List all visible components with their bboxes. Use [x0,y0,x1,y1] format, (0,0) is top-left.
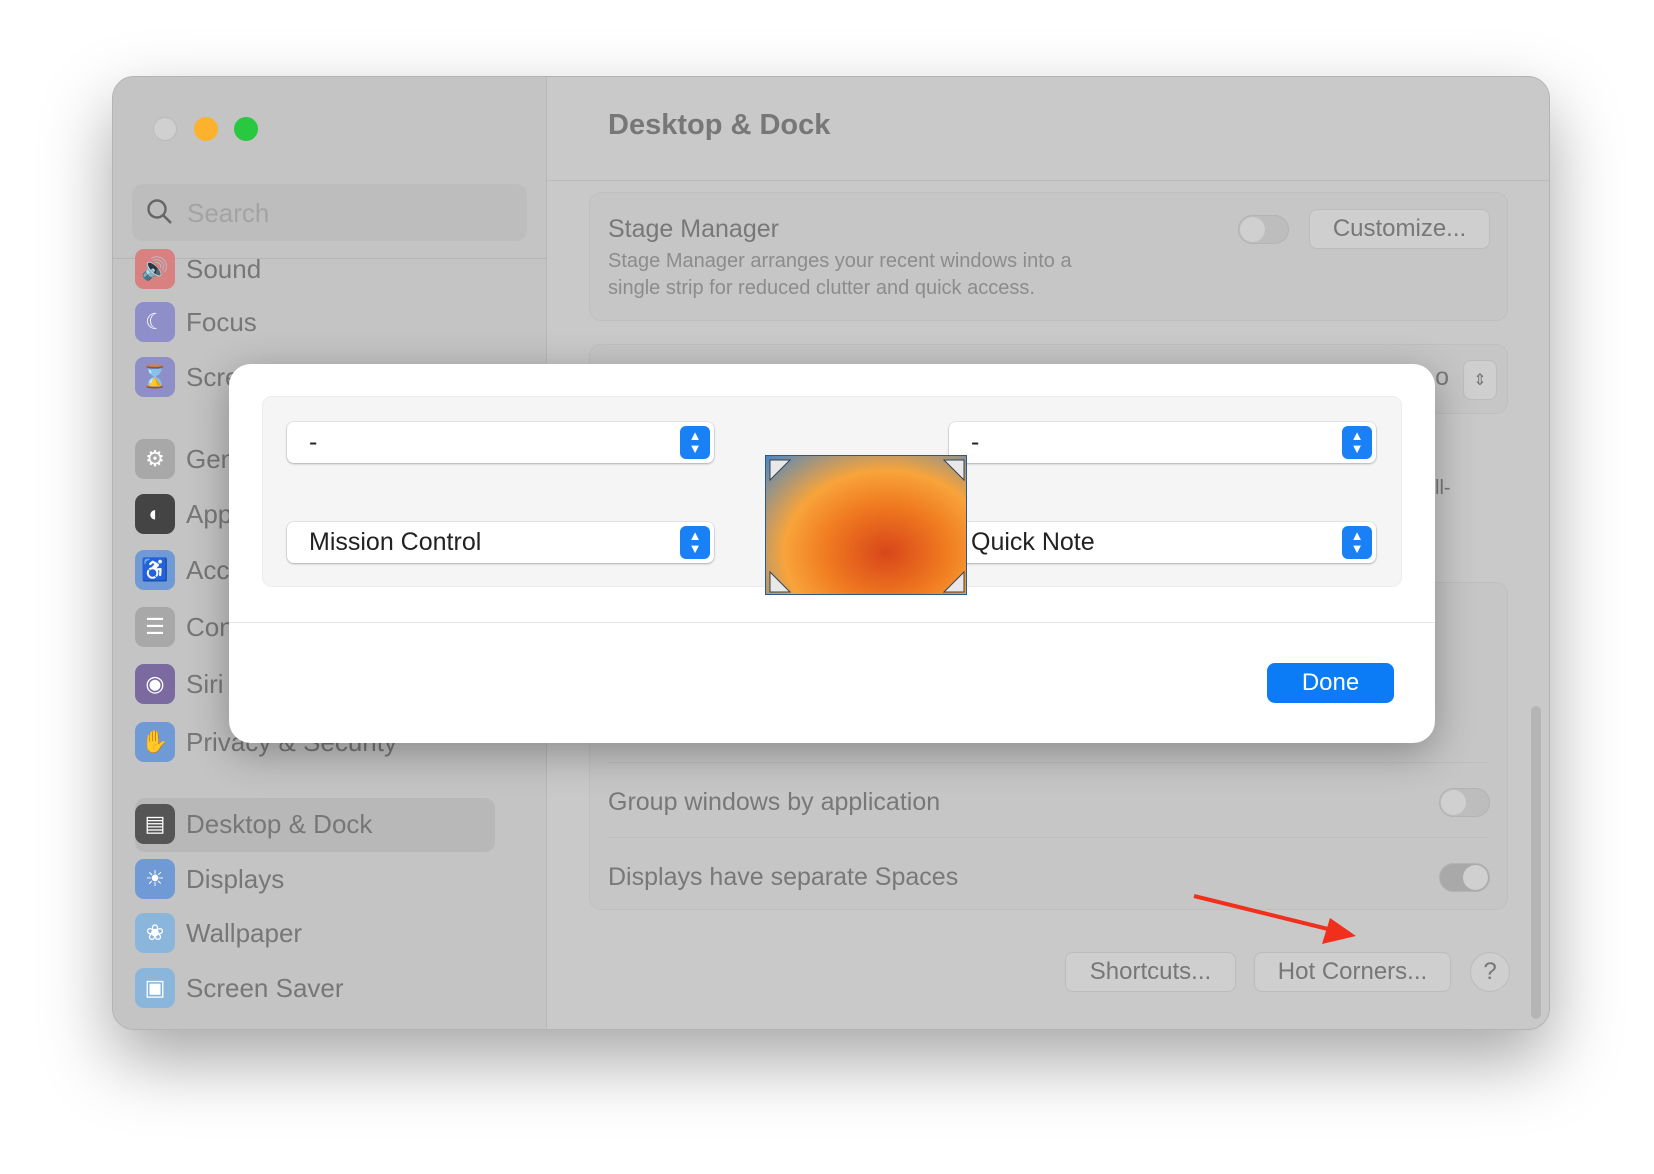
bottom-left-corner-select[interactable]: Mission Control ▲ ▼ [287,522,714,563]
top-left-corner-select[interactable]: - ▲ ▼ [287,422,714,463]
chevron-up-down-icon: ▲ ▼ [680,526,710,559]
hot-corners-dialog: - ▲ ▼ Mission Control ▲ ▼ - ▲ ▼ Quick Note ▲ ▼ D… [229,364,1435,743]
desktop-preview-image [765,455,967,595]
chevron-up-down-icon: ▲ ▼ [1342,526,1372,559]
hot-corners-panel: - ▲ ▼ Mission Control ▲ ▼ - ▲ ▼ Quick Note ▲ ▼ [262,396,1402,595]
chevron-up-down-icon: ▲ ▼ [1342,426,1372,459]
corner-markers-icon [769,459,965,593]
chevron-up-down-icon: ▲ ▼ [680,426,710,459]
done-button[interactable]: Done [1267,663,1394,703]
divider [229,622,1435,623]
top-right-corner-select[interactable]: - ▲ ▼ [949,422,1376,463]
bottom-right-corner-select[interactable]: Quick Note ▲ ▼ [949,522,1376,563]
